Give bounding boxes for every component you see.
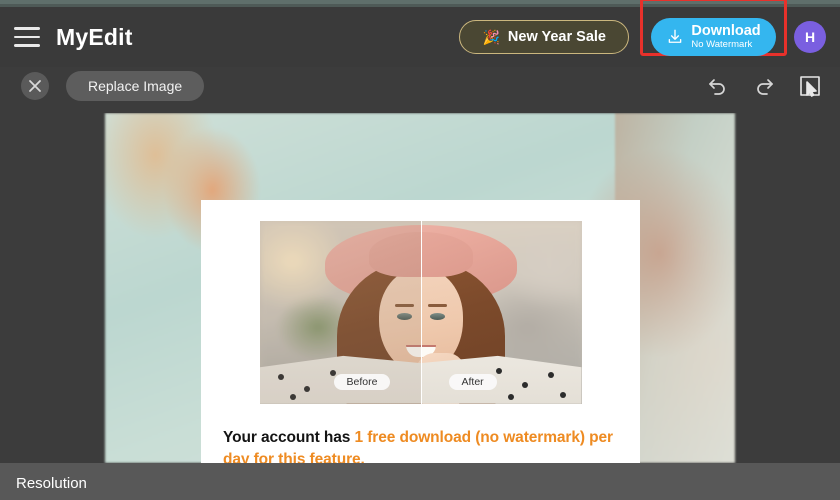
editor-canvas: Before After Your account has 1 free dow… xyxy=(0,113,840,463)
myedit-app-window: MyEdit 🎉 New Year Sale Download No Water… xyxy=(0,0,840,500)
header-actions: 🎉 New Year Sale Download No Watermark H xyxy=(459,0,840,67)
hamburger-menu-icon[interactable] xyxy=(14,27,40,47)
editor-toolbar: Replace Image xyxy=(0,67,840,113)
preview-brow-right xyxy=(427,304,447,307)
bottom-panel: Resolution xyxy=(0,463,840,500)
toolbar-icon-group xyxy=(706,74,822,98)
modal-heading-plain: Your account has xyxy=(223,428,355,446)
download-button-title: Download xyxy=(691,23,761,40)
resolution-label: Resolution xyxy=(16,475,87,492)
preview-split-divider[interactable] xyxy=(420,221,422,404)
replace-image-label: Replace Image xyxy=(88,78,183,94)
upgrade-modal: Before After Your account has 1 free dow… xyxy=(201,200,640,463)
party-popper-icon: 🎉 xyxy=(482,29,500,45)
download-button[interactable]: Download No Watermark xyxy=(651,18,776,56)
app-brand-title: MyEdit xyxy=(56,23,133,50)
replace-image-button[interactable]: Replace Image xyxy=(66,71,205,101)
modal-heading: Your account has 1 free download (no wat… xyxy=(223,427,618,463)
avatar[interactable]: H xyxy=(794,21,826,53)
download-button-group: Download No Watermark xyxy=(640,0,787,56)
undo-arrow-icon[interactable] xyxy=(706,74,730,98)
preview-after-label: After xyxy=(448,373,497,390)
redo-arrow-icon[interactable] xyxy=(752,74,776,98)
new-year-sale-label: New Year Sale xyxy=(507,29,606,45)
browser-top-strip xyxy=(0,0,840,7)
preview-before-label: Before xyxy=(333,373,391,390)
download-button-subtitle: No Watermark xyxy=(691,38,753,50)
before-after-preview: Before After xyxy=(259,221,582,404)
new-year-sale-button[interactable]: 🎉 New Year Sale xyxy=(459,20,629,54)
close-button[interactable] xyxy=(21,72,49,100)
app-header: MyEdit 🎉 New Year Sale Download No Water… xyxy=(0,0,840,67)
preview-eye-right xyxy=(429,313,445,320)
cursor-select-icon[interactable] xyxy=(798,74,822,98)
close-icon xyxy=(29,80,41,92)
download-icon xyxy=(669,29,682,43)
